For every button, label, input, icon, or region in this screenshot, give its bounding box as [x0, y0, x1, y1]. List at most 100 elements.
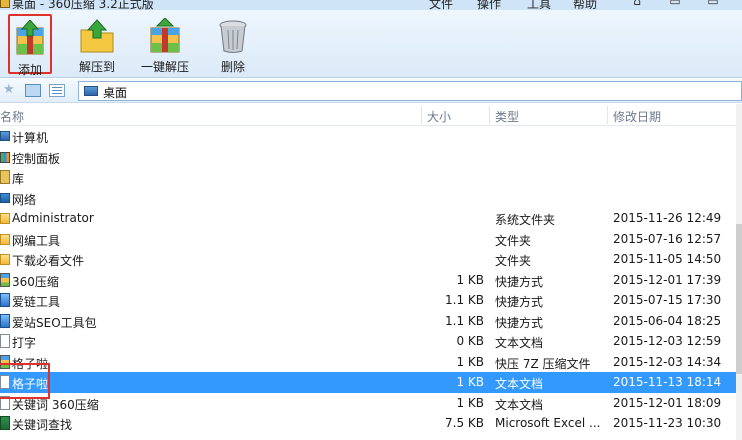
text-file-icon: [0, 375, 10, 389]
file-list: 计算机 控制面板库网络 Administrator 系统文件夹 2015-11-26 1…: [0, 126, 742, 440]
file-row[interactable]: 格子啦 1 KB 文本文档 2015-11-13 18:14: [0, 372, 742, 393]
one-click-extract-icon: [150, 18, 180, 53]
menu-operation[interactable]: 操作: [477, 0, 501, 10]
file-row[interactable]: 爱站SEO工具包 1.1 KB 快捷方式 2015-06-04 18:25: [0, 311, 742, 332]
file-modified: 2015-07-16 12:57: [613, 231, 722, 246]
file-row[interactable]: 360压缩 1 KB 快捷方式 2015-12-01 17:39: [0, 270, 742, 291]
file-size: 7.5 KB: [445, 416, 484, 430]
file-row[interactable]: 控制面板: [0, 147, 742, 168]
spreadsheet-icon: [0, 416, 10, 430]
column-header: 名称 大小 类型 修改日期: [0, 104, 742, 126]
archive-icon: [0, 272, 10, 287]
file-type: 快捷方式: [495, 274, 544, 289]
title-bar: 桌面 - 360压缩 3.2正式版 文件 操作 工具 帮助 ⌂ ▭ ▭: [0, 0, 742, 10]
file-row[interactable]: 关键词 360压缩 1 KB 文本文档 2015-12-01 18:09: [0, 393, 742, 414]
column-modified[interactable]: 修改日期: [613, 108, 661, 125]
file-name: 爱站SEO工具包: [12, 315, 97, 330]
vertical-scrollbar[interactable]: [736, 104, 742, 440]
window-title: 桌面 - 360压缩 3.2正式版: [12, 0, 154, 10]
text-file-icon: [0, 395, 10, 410]
menu-tools[interactable]: 工具: [527, 0, 551, 10]
file-name: 360压缩: [12, 274, 59, 289]
thumbnail-view-icon[interactable]: [25, 84, 41, 97]
archive-icon: [0, 354, 10, 369]
folder-icon: [0, 254, 10, 265]
file-type: 快捷方式: [495, 315, 544, 330]
file-type: 文本文档: [495, 336, 544, 350]
favorite-star-icon[interactable]: ★: [3, 82, 15, 97]
file-row[interactable]: 格子啦 1 KB 快压 7Z 压缩文件 2015-12-03 14:34: [0, 352, 742, 373]
file-modified: 2015-12-01 18:09: [613, 395, 722, 410]
add-archive-icon: [16, 20, 44, 55]
column-type[interactable]: 类型: [495, 108, 519, 125]
file-row[interactable]: 关键词查找 7.5 KB Microsoft Excel ... 2015-11-23…: [0, 413, 742, 434]
delete-label: 删除: [220, 60, 245, 74]
file-size: 0 KB: [456, 334, 484, 348]
file-name: 关键词 360压缩: [12, 397, 99, 412]
file-size: 1 KB: [456, 375, 484, 389]
file-size: 1.1 KB: [445, 313, 484, 328]
file-name: 库: [12, 172, 25, 186]
file-row[interactable]: 计算机: [0, 126, 742, 147]
extract-to-label: 解压到: [78, 60, 115, 74]
desktop-icon: [84, 86, 98, 96]
network-icon: [0, 192, 10, 203]
app-icon: [0, 0, 10, 8]
text-file-icon: [0, 334, 10, 348]
file-modified: 2015-07-15 17:30: [613, 293, 722, 307]
file-type: 系统文件夹: [495, 213, 556, 227]
file-type: 文件夹: [495, 254, 532, 268]
file-name: 控制面板: [12, 151, 61, 166]
file-modified: 2015-06-04 18:25: [613, 313, 722, 328]
skin-icon[interactable]: ⌂: [622, 0, 652, 8]
file-type: Microsoft Excel ...: [495, 416, 601, 430]
file-row[interactable]: 网络: [0, 188, 742, 209]
list-view-icon[interactable]: [49, 84, 65, 97]
app-icon: [0, 293, 10, 307]
file-row[interactable]: 网编工具 文件夹 2015-07-16 12:57: [0, 229, 742, 250]
address-input[interactable]: 桌面: [78, 81, 742, 101]
one-click-extract-label: 一键解压: [140, 60, 189, 74]
file-type: 文本文档: [495, 397, 544, 412]
add-label: 添加: [17, 63, 42, 77]
file-row[interactable]: 库: [0, 167, 742, 188]
extract-to-button[interactable]: 解压到: [74, 10, 120, 76]
column-size[interactable]: 大小: [427, 108, 451, 125]
file-name: 格子啦: [12, 356, 49, 371]
file-row[interactable]: 下载必看文件 文件夹 2015-11-05 14:50: [0, 249, 742, 270]
scrollbar-thumb[interactable]: [736, 224, 742, 374]
menu-file[interactable]: 文件: [429, 0, 453, 10]
minimize-icon[interactable]: ▭: [660, 0, 690, 8]
file-name: 网编工具: [12, 233, 61, 248]
menu-help[interactable]: 帮助: [573, 0, 597, 10]
file-name: 网络: [12, 192, 37, 207]
file-size: 1 KB: [456, 354, 484, 369]
file-modified: 2015-12-01 17:39: [613, 272, 722, 287]
file-type: 快压 7Z 压缩文件: [495, 356, 591, 371]
file-name: 格子啦: [12, 377, 49, 391]
file-name: 下载必看文件: [12, 254, 85, 268]
file-row[interactable]: 爱链工具 1.1 KB 快捷方式 2015-07-15 17:30: [0, 290, 742, 311]
toolbar: 添加 解压到 一键解压 删除: [0, 10, 742, 78]
file-modified: 2015-11-13 18:14: [613, 375, 722, 389]
file-name: 关键词查找: [12, 418, 73, 432]
file-row[interactable]: Administrator 系统文件夹 2015-11-26 12:49: [0, 208, 742, 229]
column-name[interactable]: 名称: [0, 108, 24, 125]
file-name: 打字: [12, 336, 37, 350]
add-button[interactable]: 添加: [8, 14, 52, 77]
address-bar: ★ 桌面: [0, 79, 742, 103]
delete-button[interactable]: 删除: [212, 10, 254, 76]
library-icon: [0, 170, 10, 184]
one-click-extract-button[interactable]: 一键解压: [138, 10, 192, 76]
file-type: 快捷方式: [495, 295, 544, 309]
file-type: 文本文档: [495, 377, 544, 391]
file-modified: 2015-12-03 14:34: [613, 354, 722, 369]
maximize-icon[interactable]: ▭: [698, 0, 728, 8]
file-modified: 2015-11-23 10:30: [613, 416, 722, 430]
file-type: 文件夹: [495, 233, 532, 248]
file-row[interactable]: 打字 0 KB 文本文档 2015-12-03 12:59: [0, 331, 742, 352]
file-name: Administrator: [12, 211, 94, 225]
file-modified: 2015-11-05 14:50: [613, 252, 722, 266]
file-name: 爱链工具: [12, 295, 61, 309]
file-size: 1 KB: [456, 272, 484, 287]
